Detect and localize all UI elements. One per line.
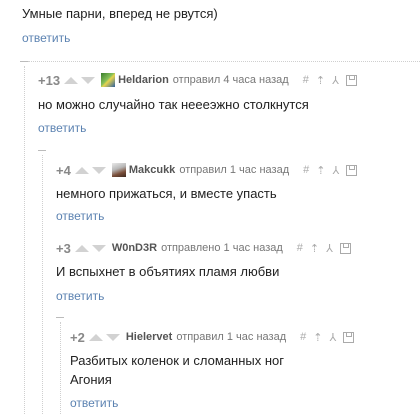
upvote-icon[interactable] (74, 244, 89, 252)
comment-timestamp: отправил 1 час назад (179, 164, 290, 176)
root-comment-text: Умные парни, вперед не рвутся) (22, 6, 218, 21)
comment-timestamp: отправил 4 часа назад (172, 74, 289, 86)
comment-header: +2 Hielervet отправил 1 час назад # ⇡ ⅄ (70, 329, 355, 345)
comment-branch-icon[interactable]: ⅄ (332, 164, 339, 177)
downvote-icon[interactable] (91, 244, 106, 252)
avatar[interactable] (111, 163, 126, 177)
permalink-hash-icon[interactable]: # (303, 164, 309, 176)
username[interactable]: Makcukk (129, 164, 175, 176)
parent-comment-icon[interactable]: ⇡ (310, 242, 319, 255)
thread-line-level3 (60, 322, 61, 414)
downvote-icon[interactable] (81, 76, 96, 84)
thread-line-level1 (24, 66, 25, 414)
rating-value: +3 (56, 240, 71, 256)
avatar[interactable] (101, 73, 116, 87)
downvote-icon[interactable] (91, 166, 106, 174)
reply-link[interactable]: ответить (70, 396, 118, 410)
collapse-toggle-level3[interactable] (56, 317, 64, 318)
comment-header: +4 Makcukk отправил 1 час назад # ⇡ ⅄ (56, 162, 358, 178)
rating-value: +13 (38, 72, 61, 88)
upvote-icon[interactable] (74, 166, 89, 174)
parent-comment-icon[interactable]: ⇡ (316, 74, 325, 87)
parent-comment-icon[interactable]: ⇡ (313, 331, 322, 344)
permalink-hash-icon[interactable]: # (300, 331, 306, 343)
username[interactable]: Heldarion (118, 74, 169, 86)
parent-comment-icon[interactable]: ⇡ (316, 164, 325, 177)
save-icon[interactable] (346, 164, 358, 176)
rating-value: +2 (70, 329, 85, 345)
comment-text: немного прижаться, и вместе упасть (56, 186, 277, 201)
comment-text-line: Разбитых коленок и сломанных ног (70, 353, 285, 368)
username[interactable]: W0nD3R (112, 242, 157, 254)
comment-timestamp: отправил 1 час назад (176, 331, 287, 343)
comment-text: И вспыхнет в объятиях пламя любви (56, 264, 280, 279)
permalink-hash-icon[interactable]: # (297, 242, 303, 254)
username[interactable]: Hielervet (126, 331, 172, 343)
save-icon[interactable] (339, 242, 351, 254)
root-reply-link[interactable]: ответить (22, 31, 70, 45)
reply-link[interactable]: ответить (38, 121, 86, 135)
comment-header: +13 Heldarion отправил 4 часа назад # ⇡ … (38, 72, 357, 88)
upvote-icon[interactable] (64, 76, 79, 84)
rating-value: +4 (56, 162, 71, 178)
comment-text: но можно случайно так неееэжно столкнутс… (38, 97, 309, 112)
comment-branch-icon[interactable]: ⅄ (332, 74, 339, 87)
upvote-icon[interactable] (88, 333, 103, 341)
thread-divider (28, 61, 420, 62)
comment-branch-icon[interactable]: ⅄ (326, 242, 333, 255)
save-icon[interactable] (345, 74, 357, 86)
downvote-icon[interactable] (105, 333, 120, 341)
reply-link[interactable]: ответить (56, 289, 104, 303)
comment-branch-icon[interactable]: ⅄ (329, 331, 336, 344)
comment-text-line: Агония (70, 372, 112, 387)
collapse-toggle-level2[interactable] (38, 150, 46, 151)
permalink-hash-icon[interactable]: # (303, 74, 309, 86)
collapse-toggle-level1[interactable] (20, 61, 28, 62)
reply-link[interactable]: ответить (56, 209, 104, 223)
comment-timestamp: отправлено 1 час назад (161, 242, 283, 254)
thread-line-level2 (42, 155, 43, 414)
comment-header: +3 W0nD3R отправлено 1 час назад # ⇡ ⅄ (56, 240, 351, 256)
save-icon[interactable] (343, 331, 355, 343)
